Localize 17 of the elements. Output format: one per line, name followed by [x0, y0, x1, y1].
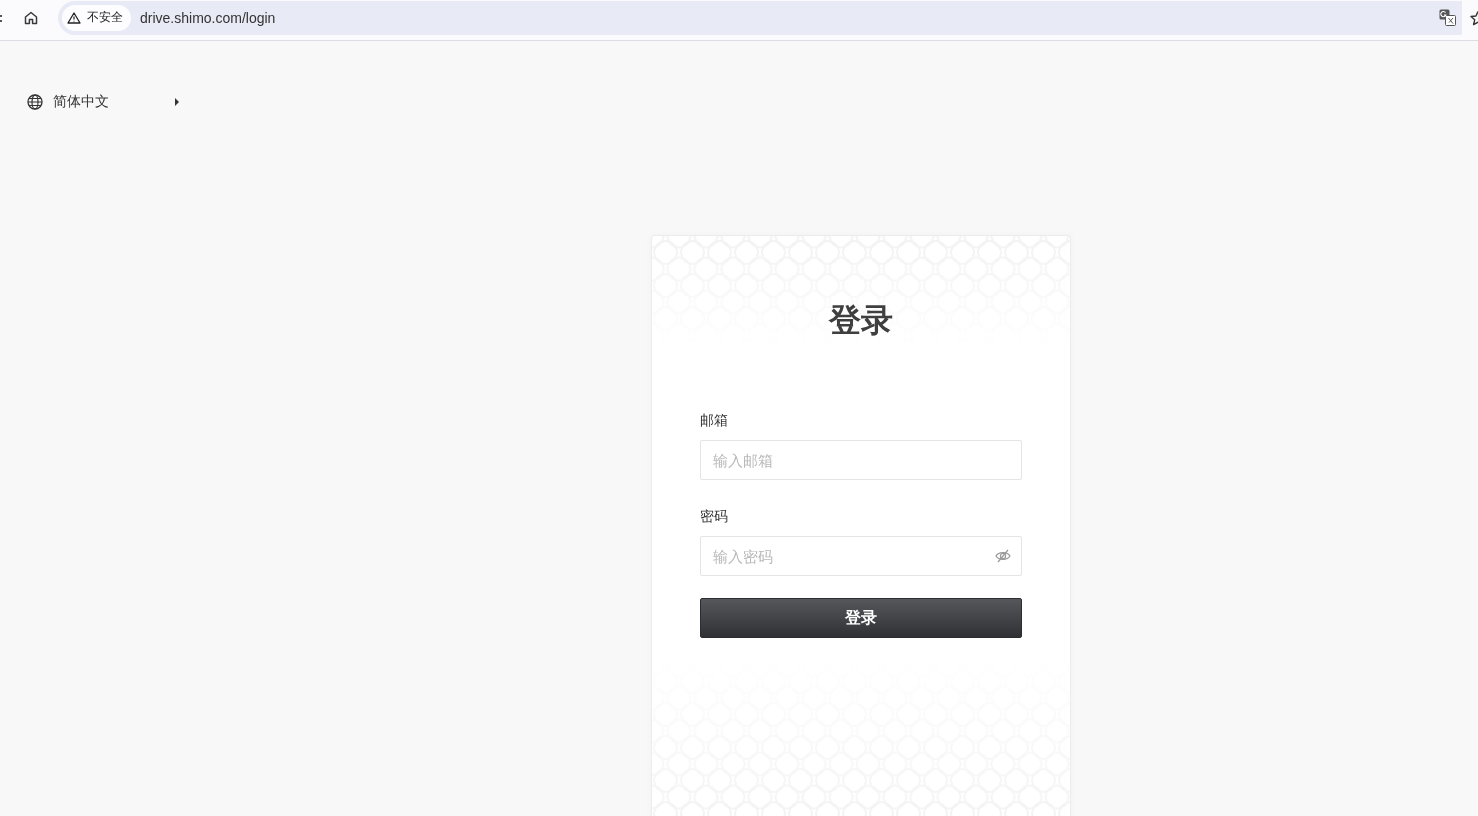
login-title: 登录 — [827, 301, 894, 340]
globe-icon — [27, 94, 43, 110]
home-icon[interactable] — [24, 10, 38, 25]
eye-slash-icon[interactable] — [995, 549, 1011, 563]
caret-icon — [175, 98, 179, 106]
language-selector[interactable]: 简体中文 — [27, 93, 179, 111]
field-label: 密码 — [700, 507, 729, 526]
password-field[interactable]: 输入密码 — [700, 536, 1022, 576]
field-label: 邮箱 — [700, 411, 729, 430]
address-bar[interactable]: 不安全 drive.shimo.com/login — [58, 0, 1462, 35]
warning-icon — [67, 11, 81, 24]
login-button[interactable]: 登录 — [700, 598, 1022, 638]
url-text: drive.shimo.com/login — [140, 9, 276, 26]
security-button[interactable]: 不安全 — [62, 4, 131, 31]
dots-icon[interactable] — [0, 15, 3, 23]
translate-icon[interactable] — [1439, 9, 1456, 26]
input-field[interactable]: 输入邮箱 — [700, 440, 1022, 480]
